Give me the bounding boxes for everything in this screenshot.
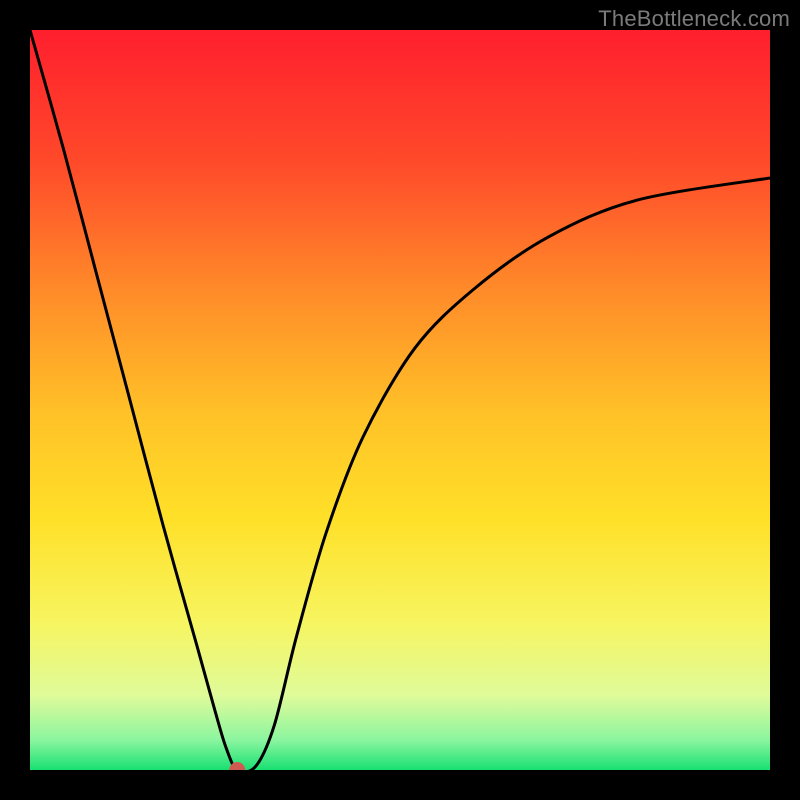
chart-frame bbox=[30, 30, 770, 770]
attribution-text: TheBottleneck.com bbox=[598, 6, 790, 32]
gradient-background bbox=[30, 30, 770, 770]
bottleneck-chart bbox=[30, 30, 770, 770]
